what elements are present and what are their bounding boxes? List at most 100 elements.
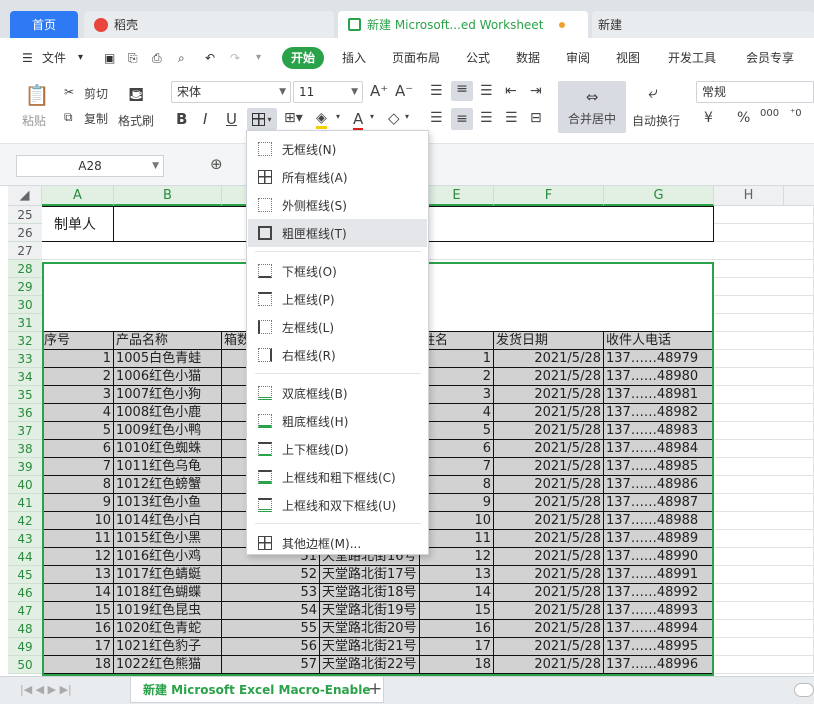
table-cell-g[interactable]: 137……48983 [604,422,714,440]
menu-item-top-double-bottom-border[interactable]: 上框线和双下框线(U) [248,491,427,519]
wrap-text-label[interactable]: 自动换行 [632,112,680,129]
table-cell-e[interactable]: 18 [420,656,494,674]
column-header-a[interactable]: A [42,186,114,206]
row-header[interactable]: 40 [8,476,42,494]
row-header[interactable]: 49 [8,638,42,656]
table-cell-f[interactable]: 2021/5/28 [494,494,604,512]
table-cell-b[interactable]: 1011红色乌龟 [114,458,222,476]
print-icon[interactable]: ⎙ [152,44,162,72]
table-cell-a[interactable]: 10 [42,512,114,530]
table-cell-e[interactable]: 8 [420,476,494,494]
chevron-down-icon[interactable]: ▾ [78,44,83,72]
column-header-i[interactable] [784,186,814,206]
cut-label[interactable]: 剪切 [84,85,108,102]
row-header[interactable]: 33 [8,350,42,368]
menu-item-right-border[interactable]: 右框线(R) [248,341,427,369]
table-cell-g[interactable]: 137……48993 [604,602,714,620]
font-size-select[interactable]: 11 ▼ [293,81,363,103]
table-cell-b[interactable]: 1012红色螃蟹 [114,476,222,494]
row-header[interactable]: 41 [8,494,42,512]
table-cell-a[interactable]: 18 [42,656,114,674]
table-cell-e[interactable]: 2 [420,368,494,386]
table-cell-c[interactable]: 52 [222,566,320,584]
font-color-icon[interactable]: A [353,110,364,131]
table-cell-c[interactable]: 53 [222,584,320,602]
menu-review[interactable]: 审阅 [566,44,590,72]
row-header[interactable]: 36 [8,404,42,422]
menu-item-bottom-border[interactable]: 下框线(O) [248,257,427,285]
align-bottom-icon[interactable]: ☰ [480,83,493,99]
menu-item-top-border[interactable]: 上框线(P) [248,285,427,313]
row-header[interactable]: 38 [8,440,42,458]
table-cell-b[interactable]: 1014红色小白 [114,512,222,530]
table-cell-a[interactable]: 7 [42,458,114,476]
paste-label[interactable]: 粘贴 [22,112,46,129]
row-header[interactable]: 37 [8,422,42,440]
column-header-g[interactable]: G [604,186,714,206]
align-top-icon[interactable]: ☰ [430,83,443,99]
header-ship-date[interactable]: 发货日期 [494,332,604,350]
zoom-formula-icon[interactable]: ⊕ [210,155,223,173]
table-cell-g[interactable]: 137……48985 [604,458,714,476]
format-painter-label[interactable]: 格式刷 [118,112,154,129]
header-seq[interactable]: 序号 [42,332,114,350]
table-cell-f[interactable]: 2021/5/28 [494,512,604,530]
menu-devtools[interactable]: 开发工具 [668,44,716,72]
table-cell-b[interactable]: 1019红色昆虫 [114,602,222,620]
tab-docer[interactable]: 稻壳 [84,11,334,38]
sheet-nav-icon[interactable]: |◀ ◀ ▶ ▶| [20,683,72,696]
table-cell-c[interactable]: 56 [222,638,320,656]
table-cell-a[interactable]: 11 [42,530,114,548]
percent-icon[interactable]: % [737,110,750,126]
menu-item-no-border[interactable]: 无框线(N) [248,135,427,163]
header-name[interactable]: 姓名 [420,332,494,350]
menu-item-top-thick-bottom-border[interactable]: 上框线和粗下框线(C) [248,463,427,491]
clear-icon[interactable]: ◇ [388,109,400,127]
font-shrink-icon[interactable]: A⁻ [395,82,413,100]
menu-member[interactable]: 会员专享 [746,44,794,72]
copy-icon[interactable]: ⧉ [64,110,73,125]
column-header-b[interactable]: B [114,186,222,206]
align-middle-icon[interactable]: ≡ [451,81,473,101]
cut-icon[interactable]: ✂ [64,85,74,99]
table-cell-g[interactable]: 137……48991 [604,566,714,584]
menu-start[interactable]: 开始 [282,47,325,69]
table-cell-g[interactable]: 137……48986 [604,476,714,494]
table-cell-b[interactable]: 1016红色小鸡 [114,548,222,566]
table-cell-e[interactable]: 4 [420,404,494,422]
tab-home[interactable]: 首页 [10,11,78,38]
table-cell-a[interactable]: 3 [42,386,114,404]
table-cell-a[interactable]: 6 [42,440,114,458]
table-cell-a[interactable]: 15 [42,602,114,620]
table-cell-a[interactable]: 14 [42,584,114,602]
table-cell-e[interactable]: 11 [420,530,494,548]
thousands-icon[interactable]: 000 [760,108,779,119]
table-cell-e[interactable]: 1 [420,350,494,368]
row-header[interactable]: 35 [8,386,42,404]
format-painter-icon[interactable]: ⛾ [128,82,144,109]
table-cell-f[interactable]: 2021/5/28 [494,602,604,620]
row-header[interactable]: 31 [8,314,42,332]
header-product[interactable]: 产品名称 [114,332,222,350]
table-cell-g[interactable]: 137……48979 [604,350,714,368]
table-cell-a[interactable]: 4 [42,404,114,422]
menu-item-outside-borders[interactable]: 外侧框线(S) [248,191,427,219]
row-header[interactable]: 30 [8,296,42,314]
table-cell-e[interactable]: 9 [420,494,494,512]
table-cell-e[interactable]: 16 [420,620,494,638]
table-cell-b[interactable]: 1022红色熊猫 [114,656,222,674]
bold-icon[interactable]: B [176,110,187,128]
table-cell-g[interactable]: 137……48995 [604,638,714,656]
menu-formula[interactable]: 公式 [466,44,490,72]
row-header[interactable]: 44 [8,548,42,566]
row-header[interactable]: 25 [8,206,42,224]
table-cell-f[interactable]: 2021/5/28 [494,566,604,584]
table-cell-f[interactable]: 2021/5/28 [494,476,604,494]
row-header[interactable]: 39 [8,458,42,476]
justify-icon[interactable]: ☰ [505,110,518,126]
number-format-select[interactable]: 常规 [696,81,814,103]
chevron-down-icon[interactable]: ▾ [405,112,409,121]
table-cell-f[interactable]: 2021/5/28 [494,368,604,386]
table-cell-b[interactable]: 1015红色小黑 [114,530,222,548]
table-cell-b[interactable]: 1021红色豹子 [114,638,222,656]
